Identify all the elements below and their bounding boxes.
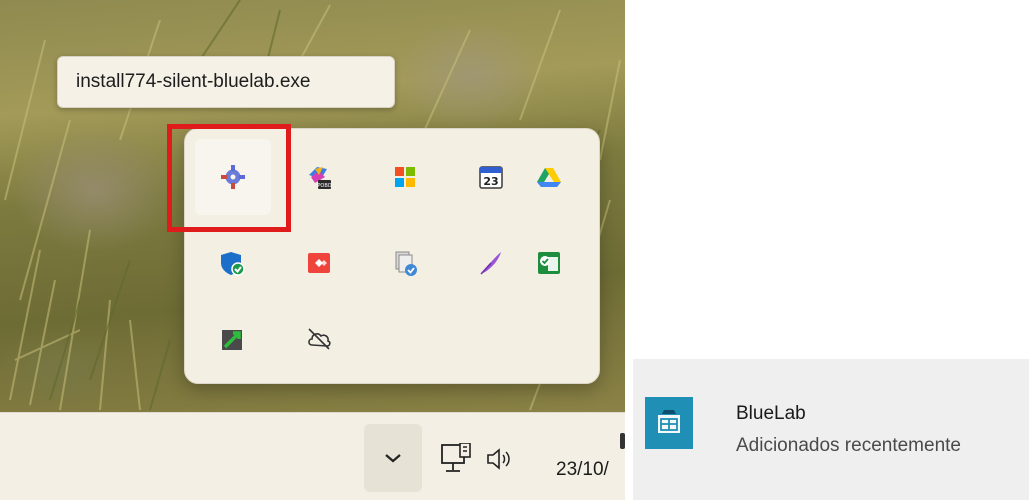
cloud-offline-icon[interactable]: [281, 301, 357, 377]
anydesk-icon[interactable]: [281, 225, 357, 301]
tooltip-text: install774-silent-bluelab.exe: [76, 71, 311, 92]
green-arrow-app-icon[interactable]: [195, 301, 271, 377]
chevron-down-icon: [385, 454, 401, 463]
volume-icon[interactable]: [486, 447, 514, 471]
app-subtitle: Adicionados recentemente: [736, 435, 961, 456]
show-hidden-icons-button[interactable]: [364, 424, 422, 492]
bluelab-app-icon: [645, 397, 693, 449]
google-drive-icon[interactable]: [511, 139, 587, 215]
tray-tooltip: install774-silent-bluelab.exe: [57, 56, 395, 108]
taskbar: 23/10/: [0, 412, 625, 500]
network-icon[interactable]: [440, 443, 472, 477]
recently-added-item[interactable]: BlueLab Adicionados recentemente: [633, 359, 1029, 500]
copilot-pobo-icon[interactable]: POBO: [281, 139, 357, 215]
clock-date[interactable]: 23/10/: [556, 459, 609, 481]
highlight-box: [167, 124, 291, 232]
svg-text:23: 23: [483, 175, 498, 188]
backup-restore-icon[interactable]: [367, 225, 443, 301]
app-name: BlueLab: [736, 403, 806, 424]
clock-time-fragment: [620, 433, 625, 449]
microsoft-store-icon[interactable]: [367, 139, 443, 215]
svg-text:POBO: POBO: [317, 183, 331, 189]
desktop-screenshot: install774-silent-bluelab.exe POBO 23 23…: [0, 0, 625, 500]
sheets-check-icon[interactable]: [511, 225, 587, 301]
windows-security-icon[interactable]: [195, 225, 271, 301]
